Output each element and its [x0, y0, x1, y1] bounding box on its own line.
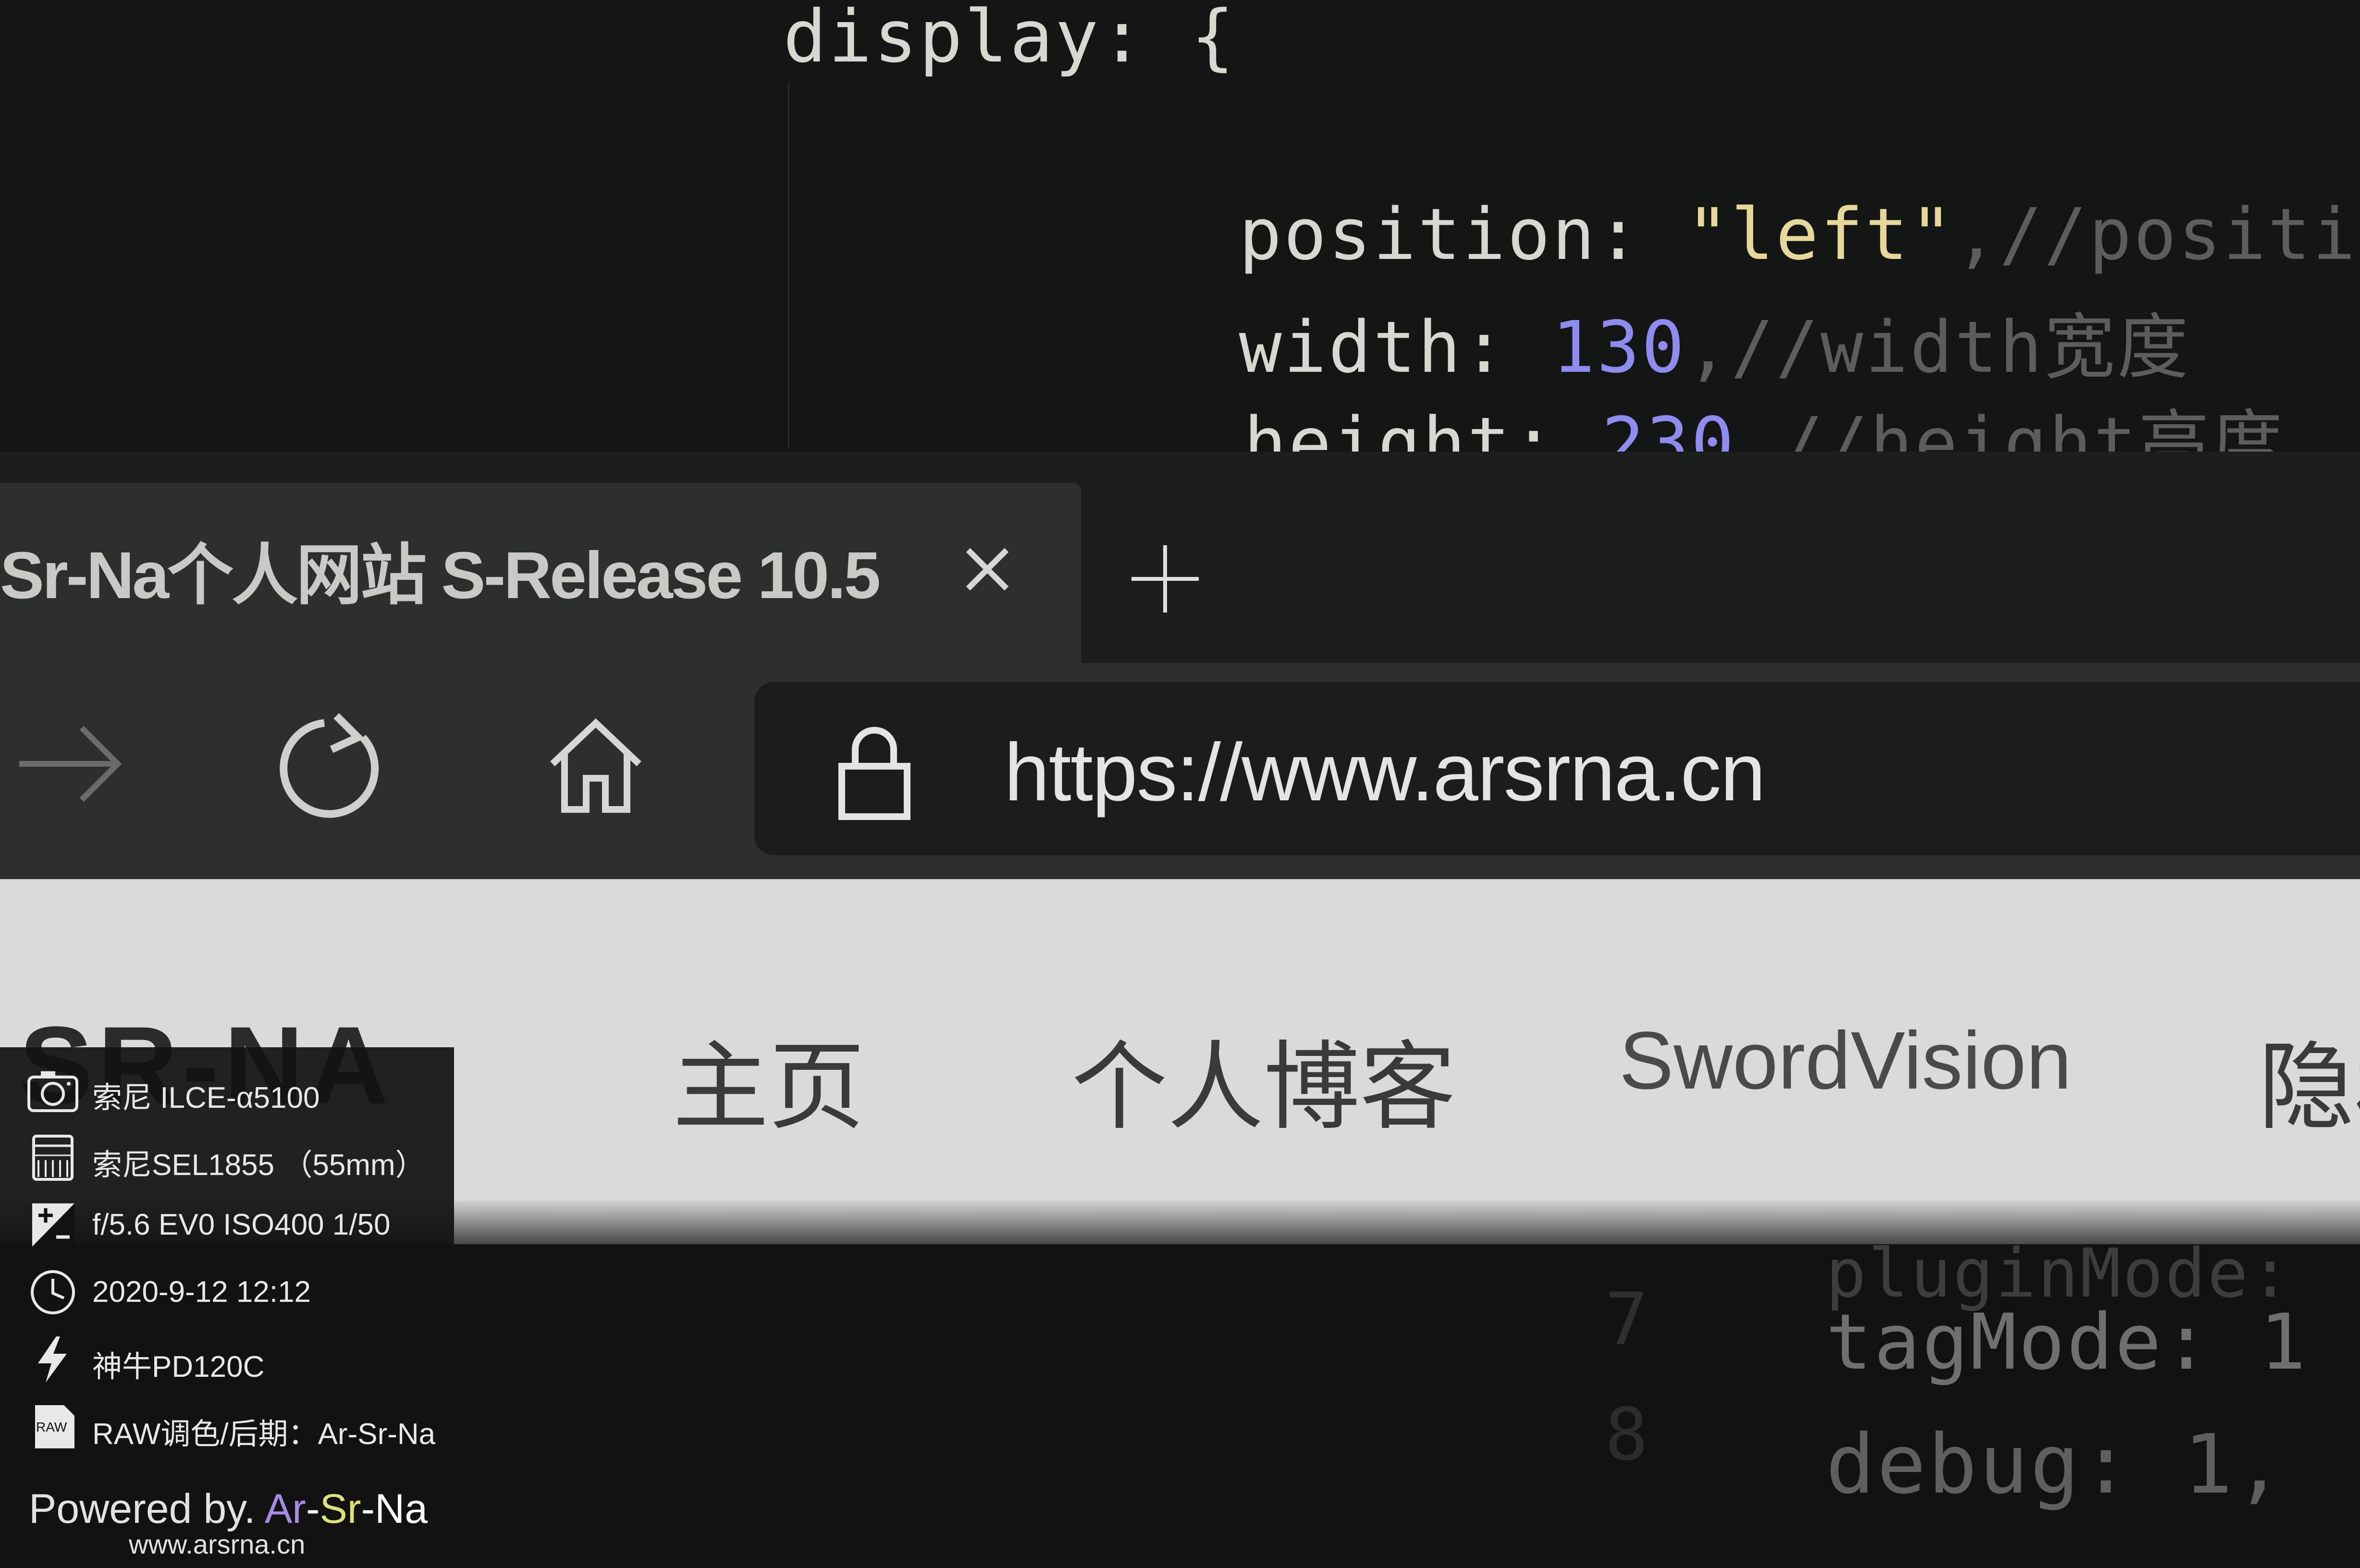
exposure-icon — [32, 1203, 74, 1247]
code-line-tagmode: tagMode: 1 — [1826, 1297, 2308, 1387]
code-line-display: display: { — [783, 0, 1237, 79]
forward-arrow-icon[interactable] — [14, 716, 125, 812]
nav-item-privacy[interactable]: 隐私 — [2258, 1009, 2360, 1148]
exif-flash: 神牛PD120C — [92, 1350, 265, 1384]
exif-lens-row: 索尼SEL1855 （55mm） — [0, 1129, 454, 1187]
raw-file-icon: RAW — [35, 1405, 74, 1448]
exif-camera-row: 索尼 ILCE-α5100 — [0, 1062, 454, 1119]
lock-icon — [838, 727, 910, 820]
exif-post-row: RAW RAW调色/后期：Ar-Sr-Na — [0, 1398, 454, 1456]
lens-icon — [32, 1135, 74, 1181]
brand-na: Na — [375, 1486, 428, 1532]
nav-item-swordvision[interactable]: SwordVision — [1619, 1014, 2072, 1108]
watermark-site: www.arsrna.cn — [129, 1529, 306, 1559]
exif-exposure: f/5.6 EV0 ISO400 1/50 — [92, 1208, 391, 1241]
line-number: 7 — [1605, 1278, 1650, 1361]
flash-icon — [38, 1336, 67, 1383]
camera-icon — [27, 1071, 78, 1112]
brand-dash: - — [306, 1486, 320, 1532]
exif-datetime-row: 2020-9-12 12:12 — [0, 1263, 454, 1321]
close-icon[interactable] — [961, 543, 1014, 596]
brand-dash: - — [361, 1486, 375, 1532]
raw-badge: RAW — [36, 1420, 67, 1434]
nav-item-home[interactable]: 主页 — [673, 1009, 865, 1148]
brand-sr: Sr — [320, 1486, 361, 1532]
powered-by: Powered by. Ar-Sr-Na — [29, 1485, 428, 1533]
powered-prefix: Powered by. — [29, 1486, 265, 1532]
exif-flash-row: 神牛PD120C — [0, 1331, 454, 1388]
indent-guide — [788, 82, 789, 447]
code-line-debug: debug: 1, — [1826, 1417, 2286, 1512]
url-text[interactable]: https://www.arsrna.cn — [1004, 725, 1766, 820]
exif-lens: 索尼SEL1855 （55mm） — [92, 1149, 425, 1182]
exif-datetime: 2020-9-12 12:12 — [92, 1275, 311, 1309]
home-icon[interactable] — [548, 716, 644, 817]
photo-frame: display: { position: "left",//position w… — [0, 0, 2360, 1568]
nav-item-blog[interactable]: 个人博客 — [1071, 1009, 1456, 1148]
exif-post: RAW调色/后期：Ar-Sr-Na — [92, 1418, 436, 1451]
line-number: 8 — [1605, 1393, 1650, 1477]
code-editor-top: display: { position: "left",//position w… — [0, 0, 2360, 480]
exif-exposure-row: f/5.6 EV0 ISO400 1/50 — [0, 1196, 454, 1254]
plus-icon[interactable] — [1124, 538, 1206, 620]
brand-ar: Ar — [264, 1486, 306, 1532]
tab-title[interactable]: Sr-Na个人网站 S-Release 10.5 — [0, 521, 881, 617]
exif-camera: 索尼 ILCE-α5100 — [92, 1081, 320, 1115]
reload-icon[interactable] — [279, 711, 389, 821]
clock-icon — [31, 1270, 75, 1314]
